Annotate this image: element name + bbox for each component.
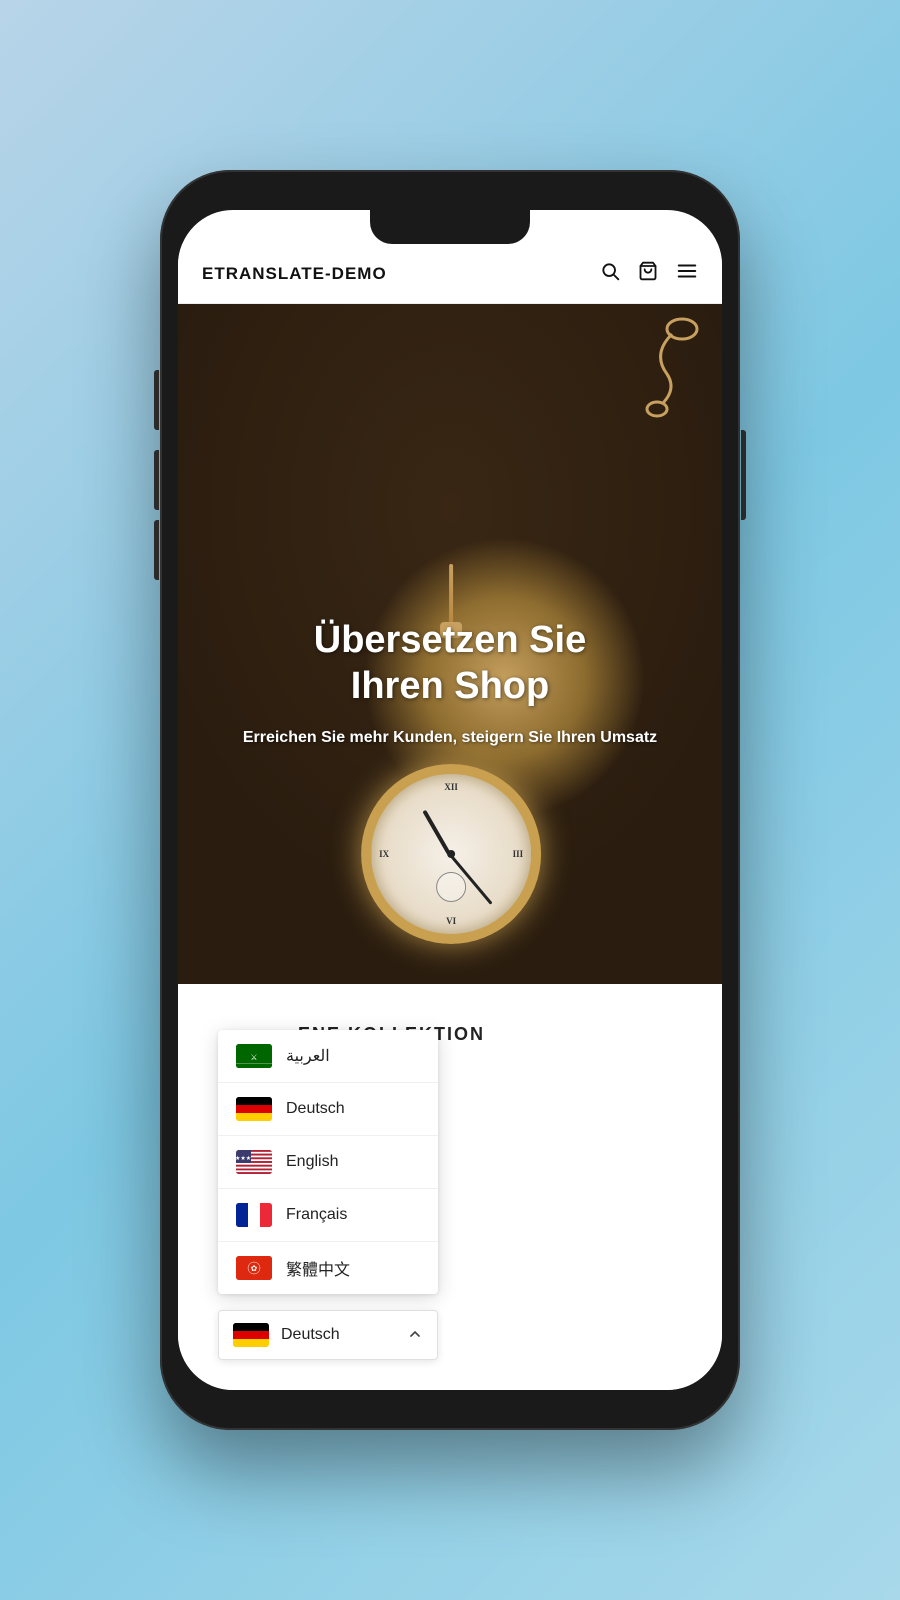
flag-us: ★★★ xyxy=(236,1150,272,1174)
lang-name-english: English xyxy=(286,1153,338,1171)
phone-notch xyxy=(370,210,530,244)
svg-text:★★★: ★★★ xyxy=(236,1155,251,1162)
search-icon[interactable] xyxy=(600,261,620,287)
svg-text:✿: ✿ xyxy=(251,1264,258,1273)
lang-name-french: Français xyxy=(286,1206,347,1224)
lang-name-arabic: العربية xyxy=(286,1046,330,1066)
svg-text:⚔: ⚔ xyxy=(250,1053,257,1062)
header-icons xyxy=(600,260,698,288)
language-dropdown[interactable]: ⚔ العربية Deutsch xyxy=(218,1030,438,1294)
lang-item-chinese[interactable]: ✿ 繁體中文 xyxy=(218,1242,438,1294)
lang-name-chinese: 繁體中文 xyxy=(286,1256,350,1280)
pocket-watch: XII III VI IX xyxy=(361,764,541,944)
flag-hongkong: ✿ xyxy=(236,1256,272,1280)
menu-icon[interactable] xyxy=(676,260,698,288)
cart-icon[interactable] xyxy=(638,261,658,287)
lang-item-english[interactable]: ★★★ English xyxy=(218,1136,438,1189)
hero-title: Übersetzen Sie Ihren Shop xyxy=(243,618,657,709)
current-flag xyxy=(233,1323,269,1347)
hero-text-block: Übersetzen Sie Ihren Shop Erreichen Sie … xyxy=(243,618,657,749)
lang-item-german[interactable]: Deutsch xyxy=(218,1083,438,1136)
lang-item-french[interactable]: Français xyxy=(218,1189,438,1242)
lang-name-german: Deutsch xyxy=(286,1100,345,1118)
app-logo: ETRANSLATE-DEMO xyxy=(202,264,387,284)
phone-frame: ETRANSLATE-DEMO xyxy=(160,170,740,1430)
chain-decoration xyxy=(622,314,702,434)
chevron-up-icon[interactable] xyxy=(407,1326,423,1345)
hero-subtitle: Erreichen Sie mehr Kunden, steigern Sie … xyxy=(243,726,657,750)
lang-item-arabic[interactable]: ⚔ العربية xyxy=(218,1030,438,1083)
flag-saudi: ⚔ xyxy=(236,1044,272,1068)
flag-german xyxy=(236,1097,272,1121)
phone-screen: ETRANSLATE-DEMO xyxy=(178,210,722,1390)
current-lang-name: Deutsch xyxy=(281,1326,340,1344)
app-header: ETRANSLATE-DEMO xyxy=(178,244,722,304)
flag-french xyxy=(236,1203,272,1227)
hero-section: XII III VI IX xyxy=(178,304,722,984)
current-language-bar[interactable]: Deutsch xyxy=(218,1310,438,1360)
